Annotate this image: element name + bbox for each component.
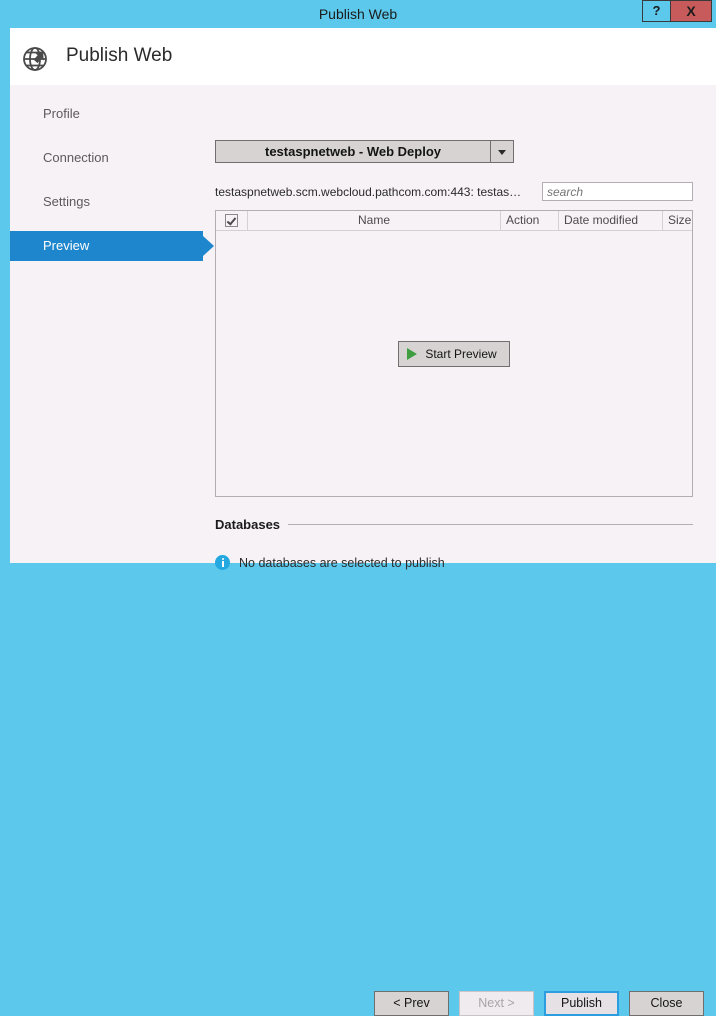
publish-profile-value: testaspnetweb - Web Deploy (264, 144, 441, 159)
search-input[interactable] (542, 182, 693, 201)
globe-publish-icon (20, 42, 54, 74)
sidebar-item-label: Connection (43, 150, 109, 165)
help-button[interactable]: ? (642, 0, 671, 22)
dialog-footer: < Prev Next > Publish Close (10, 505, 716, 1016)
sidebar-item-preview[interactable]: Preview (10, 231, 214, 261)
sidebar-item-label: Preview (43, 238, 90, 253)
file-list-body: Start Preview (216, 211, 692, 496)
prev-button[interactable]: < Prev (374, 991, 449, 1016)
footer-button-group: < Prev Next > Publish Close (374, 991, 704, 1016)
window-controls: ? X (642, 0, 712, 24)
sidebar-item-settings[interactable]: Settings (10, 187, 200, 217)
publish-web-dialog: Publish Web ? X Publish Web Profile Conn… (0, 0, 716, 1016)
preview-file-list: Name Action Date modified Size Start Pre… (215, 210, 693, 497)
publish-button[interactable]: Publish (544, 991, 619, 1016)
sidebar-item-label: Settings (43, 194, 90, 209)
sidebar-item-connection[interactable]: Connection (10, 143, 200, 173)
dialog-body: Publish Web Profile Connection Settings … (10, 28, 716, 1016)
start-preview-button[interactable]: Start Preview (398, 340, 510, 367)
page-title: Publish Web (66, 45, 173, 66)
chevron-down-icon[interactable] (490, 141, 513, 162)
close-button[interactable]: Close (629, 991, 704, 1016)
window-title: Publish Web (318, 6, 398, 22)
title-bar: Publish Web ? X (0, 0, 716, 28)
connection-url: testaspnetweb.scm.webcloud.pathcom.com:4… (215, 185, 522, 199)
close-window-button[interactable]: X (671, 0, 712, 22)
play-icon (407, 347, 418, 360)
publish-profile-dropdown[interactable]: testaspnetweb - Web Deploy (215, 140, 514, 163)
main-panel: testaspnetweb - Web Deploy testaspnetweb… (200, 85, 716, 570)
sidebar-item-profile[interactable]: Profile (10, 99, 200, 129)
wizard-sidebar: Profile Connection Settings Preview (10, 85, 214, 563)
sidebar-item-label: Profile (43, 106, 80, 121)
start-preview-label: Start Preview (425, 346, 497, 361)
next-button: Next > (459, 991, 534, 1016)
dialog-header: Publish Web (10, 28, 716, 85)
